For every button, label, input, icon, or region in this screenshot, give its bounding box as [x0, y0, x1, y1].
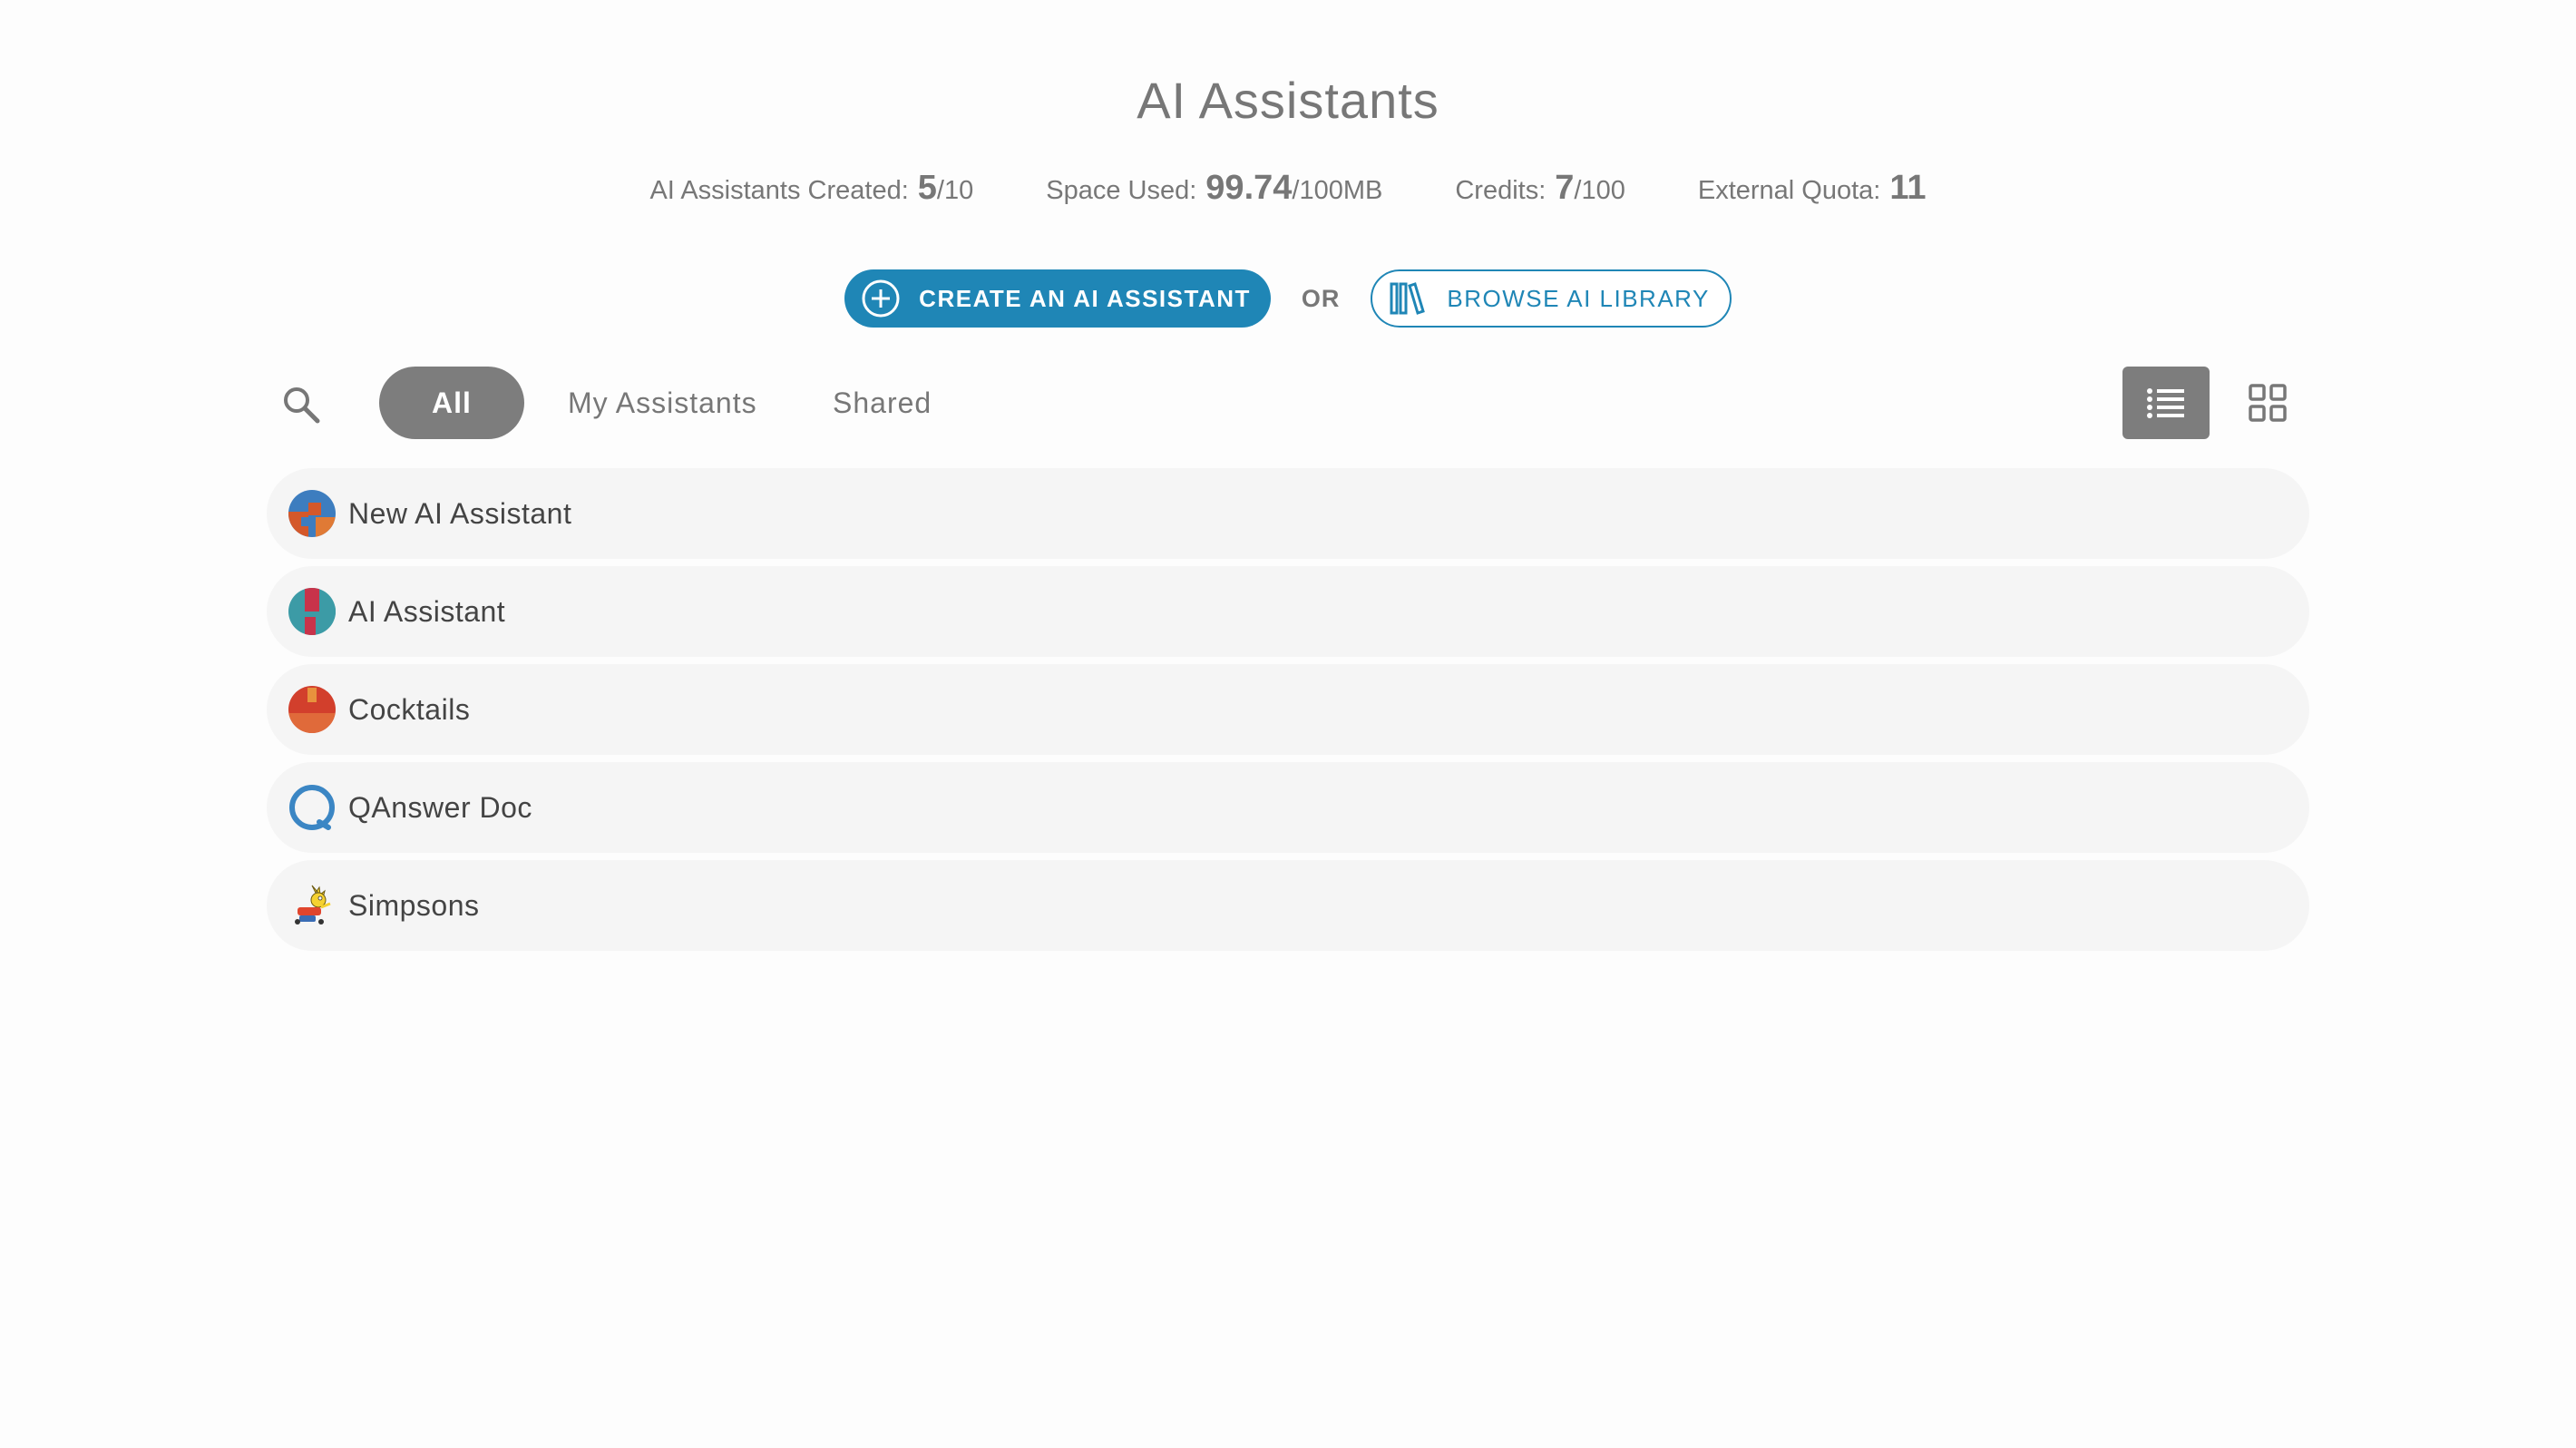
stat-credits: Credits: 7 /100	[1455, 169, 1625, 208]
stat-suffix: /100MB	[1292, 176, 1383, 205]
browse-library-label: BROWSE AI LIBRARY	[1447, 284, 1710, 312]
or-separator: OR	[1301, 284, 1341, 312]
assistant-name: Cocktails	[348, 692, 471, 726]
list-view-button[interactable]	[2122, 367, 2210, 439]
stat-external-quota: External Quota: 11	[1698, 169, 1927, 208]
stat-space-used: Space Used: 99.74 /100MB	[1046, 169, 1382, 208]
list-item[interactable]: Cocktails	[267, 664, 2309, 755]
list-item[interactable]: AI Assistant	[267, 566, 2309, 657]
tab-shared[interactable]: Shared	[833, 367, 932, 439]
list-view-icon	[2147, 388, 2184, 418]
stat-value: 99.74	[1205, 169, 1293, 207]
stat-suffix: /100	[1574, 176, 1625, 205]
tab-all[interactable]: All	[379, 367, 524, 439]
assistant-name: New AI Assistant	[348, 496, 572, 530]
stat-label: AI Assistants Created:	[649, 176, 909, 205]
page: AI Assistants AI Assistants Created: 5 /…	[0, 0, 2576, 1448]
filter-bar: All My Assistants Shared	[268, 367, 2297, 439]
page-title: AI Assistants	[1137, 72, 1439, 129]
list-item[interactable]: QAnswer Doc	[267, 762, 2309, 853]
cocktails-avatar-icon	[288, 686, 336, 733]
quilt-avatar-icon	[288, 490, 336, 537]
stat-suffix: /10	[936, 176, 974, 205]
assistant-list: New AI Assistant AI Assistant Cocktails …	[267, 468, 2309, 958]
stats-bar: AI Assistants Created: 5 /10 Space Used:…	[0, 169, 2576, 208]
stat-assistants-created: AI Assistants Created: 5 /10	[649, 169, 973, 208]
assistant-name: QAnswer Doc	[348, 790, 532, 824]
stat-value: 7	[1555, 169, 1575, 207]
list-item[interactable]: Simpsons	[267, 860, 2309, 951]
stat-label: Space Used:	[1046, 176, 1197, 205]
stat-value: 5	[917, 169, 937, 207]
create-assistant-label: CREATE AN AI ASSISTANT	[919, 284, 1251, 312]
tab-my-assistants[interactable]: My Assistants	[568, 367, 757, 439]
list-item[interactable]: New AI Assistant	[267, 468, 2309, 559]
stat-value: 11	[1889, 169, 1927, 207]
ring-avatar-icon	[289, 785, 335, 830]
simpsons-avatar-icon	[295, 885, 331, 925]
search-icon[interactable]	[279, 383, 323, 426]
quilt-avatar-icon	[288, 588, 336, 635]
grid-view-icon[interactable]	[2246, 381, 2289, 425]
stat-label: External Quota:	[1697, 176, 1881, 205]
plus-circle-icon	[862, 279, 900, 318]
action-bar: CREATE AN AI ASSISTANT OR BROWSE AI LIBR…	[0, 269, 2576, 328]
assistant-name: Simpsons	[348, 888, 480, 922]
library-icon	[1390, 282, 1426, 315]
create-assistant-button[interactable]: CREATE AN AI ASSISTANT	[844, 269, 1271, 328]
stat-label: Credits:	[1455, 176, 1547, 205]
browse-library-button[interactable]: BROWSE AI LIBRARY	[1371, 269, 1732, 328]
assistant-name: AI Assistant	[348, 594, 506, 628]
